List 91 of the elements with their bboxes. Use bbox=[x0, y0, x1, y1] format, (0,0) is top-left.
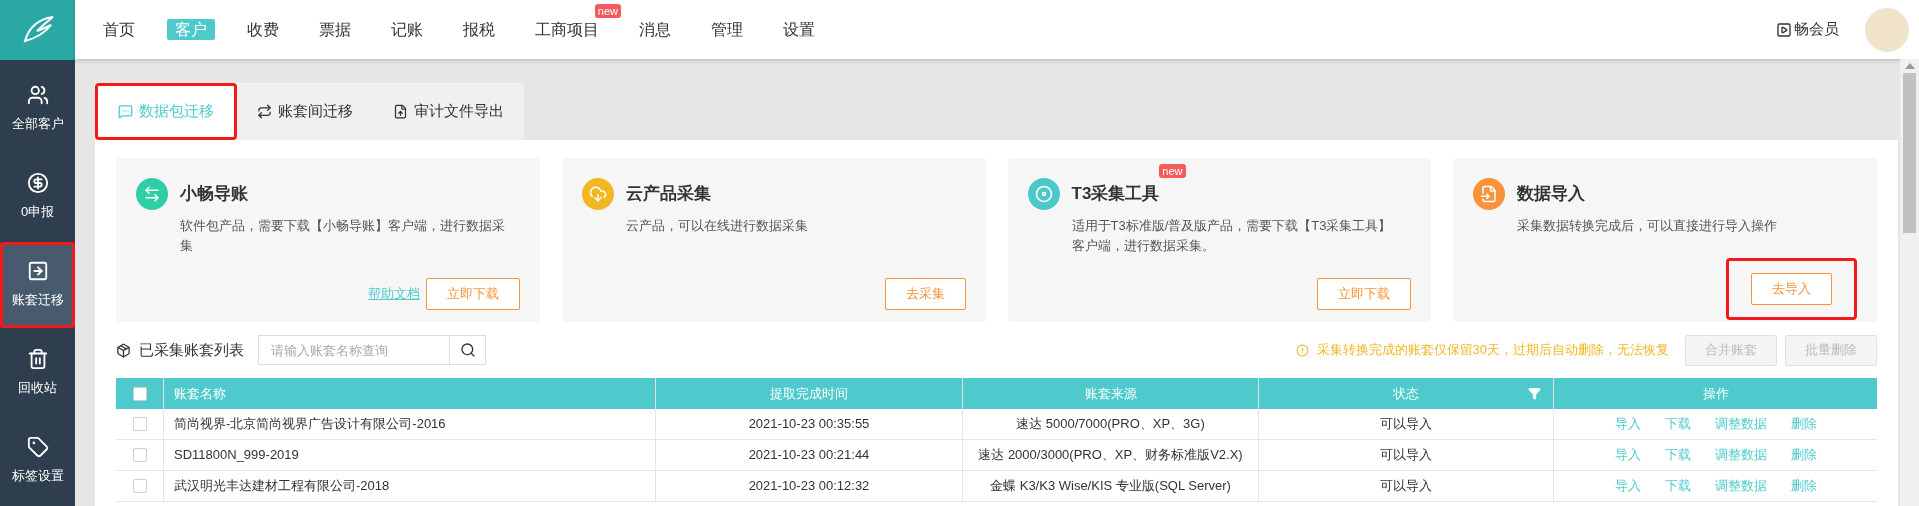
nav-item[interactable]: 设置 bbox=[775, 18, 823, 40]
sidebar-item[interactable]: 标签设置 bbox=[0, 418, 75, 504]
row-action-link[interactable]: 删除 bbox=[1790, 445, 1817, 465]
row-action-link[interactable]: 下载 bbox=[1664, 414, 1691, 434]
card-title: 数据导入 bbox=[1517, 183, 1586, 206]
card-title: 小畅导账 bbox=[180, 183, 248, 206]
coin-icon bbox=[26, 172, 49, 195]
row-action-link[interactable]: 导入 bbox=[1614, 476, 1641, 496]
table-cell-text: 可以导入 bbox=[1380, 446, 1432, 465]
trash-icon bbox=[26, 348, 49, 371]
file-icon bbox=[1473, 178, 1506, 210]
table-cell-text: 金蝶 K3/K3 Wise/KIS 专业版(SQL Server) bbox=[990, 477, 1231, 496]
play-icon bbox=[1776, 21, 1792, 38]
file-upload-icon bbox=[393, 104, 408, 119]
search-field[interactable]: 请输入账套名称查询 bbox=[258, 335, 450, 365]
column-header: 账套来源 bbox=[1084, 384, 1137, 403]
filter-icon[interactable] bbox=[1528, 387, 1541, 400]
card-description: 软件包产品，需要下载【小畅导账】客户端，进行数据采集 bbox=[179, 217, 506, 255]
table-cell-text: 可以导入 bbox=[1380, 477, 1432, 496]
row-action-link[interactable]: 导入 bbox=[1614, 445, 1641, 465]
checkbox[interactable] bbox=[132, 417, 147, 431]
scroll-up-icon[interactable] bbox=[1904, 63, 1915, 69]
message-icon bbox=[118, 104, 133, 119]
row-action-link[interactable]: 调整数据 bbox=[1714, 476, 1767, 496]
row-action-link[interactable]: 导入 bbox=[1614, 414, 1641, 434]
table-cell-text: 速达 5000/7000(PRO、XP、3G) bbox=[1016, 415, 1205, 434]
scrollbar-thumb[interactable] bbox=[1903, 73, 1916, 233]
sidebar-item[interactable]: 账套迁移 bbox=[0, 242, 75, 328]
checkbox[interactable] bbox=[132, 386, 147, 401]
nav-item[interactable]: 收费 bbox=[239, 18, 287, 40]
tab[interactable]: 数据包迁移 bbox=[95, 83, 237, 140]
arrows-icon bbox=[136, 178, 168, 210]
nav-item[interactable]: 管理 bbox=[703, 18, 751, 40]
nav-item[interactable]: 首页 bbox=[95, 18, 143, 40]
table-cell-text: 2021-10-23 00:35:55 bbox=[748, 415, 870, 434]
member-link[interactable]: 畅会员 bbox=[1776, 18, 1839, 41]
nav-item[interactable]: 票据 bbox=[311, 18, 359, 40]
help-link[interactable]: 帮助文档 bbox=[367, 284, 420, 304]
card-description: 适用于T3标准版/普及版产品，需要下载【T3采集工具】客户端，进行数据采集。 bbox=[1070, 217, 1393, 255]
retention-notice: 采集转换完成的账套仅保留30天，过期后自动删除，无法恢复 bbox=[1316, 341, 1669, 360]
table-cell-text: 可以导入 bbox=[1380, 415, 1432, 434]
card-description: 云产品，可以在线进行数据采集 bbox=[624, 217, 809, 235]
row-action-link[interactable]: 删除 bbox=[1790, 414, 1817, 434]
tag-icon bbox=[26, 436, 49, 459]
table-cell-text: SD11800N_999-2019 bbox=[174, 446, 299, 465]
tab[interactable]: 账套间迁移 bbox=[237, 83, 373, 140]
list-title: 已采集账套列表 bbox=[139, 339, 244, 360]
nav-item[interactable]: 消息 bbox=[631, 18, 679, 40]
search-icon[interactable] bbox=[459, 342, 476, 358]
table-cell-text: 简尚视界-北京简尚视界广告设计有限公司-2016 bbox=[174, 415, 446, 434]
card-button[interactable]: 去导入 bbox=[1751, 273, 1832, 305]
avatar[interactable] bbox=[1865, 7, 1909, 52]
arrow-into-square-icon bbox=[26, 260, 49, 283]
checkbox[interactable] bbox=[132, 448, 147, 462]
nav-item[interactable]: 记账 bbox=[383, 18, 431, 40]
new-badge: new bbox=[594, 3, 621, 18]
table-cell-text: 2021-10-23 00:12:32 bbox=[748, 477, 870, 496]
logo-icon[interactable] bbox=[0, 0, 75, 60]
warning-icon bbox=[1295, 343, 1309, 357]
row-action-link[interactable]: 调整数据 bbox=[1714, 445, 1767, 465]
nav-item[interactable]: 工商项目 bbox=[527, 18, 607, 40]
repeat-icon bbox=[257, 104, 272, 119]
card-button[interactable]: 立即下载 bbox=[1317, 278, 1412, 310]
row-action-link[interactable]: 下载 bbox=[1664, 445, 1691, 465]
cloud-download-icon bbox=[581, 178, 614, 210]
column-header: 状态 bbox=[1393, 384, 1419, 403]
sidebar-item[interactable]: 全部客户 bbox=[0, 66, 75, 152]
tab[interactable]: 审计文件导出 bbox=[373, 83, 524, 140]
card-button[interactable]: 立即下载 bbox=[425, 278, 520, 310]
users-icon bbox=[26, 84, 49, 107]
box-icon bbox=[116, 342, 131, 358]
column-header: 提取完成时间 bbox=[770, 384, 848, 403]
row-action-link[interactable]: 删除 bbox=[1790, 476, 1817, 496]
sidebar-item[interactable]: 0申报 bbox=[0, 154, 75, 240]
table-cell-text: 2021-10-23 00:21:44 bbox=[748, 446, 870, 465]
row-action-link[interactable]: 调整数据 bbox=[1714, 414, 1767, 434]
card-title: T3采集工具 bbox=[1071, 183, 1160, 206]
card-description: 采集数据转换完成后，可以直接进行导入操作 bbox=[1516, 217, 1779, 235]
scrollbar[interactable] bbox=[1900, 59, 1919, 506]
column-header: 账套名称 bbox=[174, 384, 226, 403]
new-badge: new bbox=[1159, 164, 1186, 178]
table-cell-text: 武汉明光丰达建材工程有限公司-2018 bbox=[174, 477, 390, 496]
table-cell-text: 速达 2000/3000(PRO、XP、财务标准版V2.X) bbox=[978, 446, 1243, 465]
column-header: 操作 bbox=[1702, 384, 1729, 403]
row-action-link[interactable]: 下载 bbox=[1664, 476, 1691, 496]
checkbox[interactable] bbox=[132, 479, 147, 493]
card-button[interactable]: 去采集 bbox=[884, 278, 966, 310]
sidebar-item[interactable]: 回收站 bbox=[0, 330, 75, 416]
nav-item[interactable]: 客户 bbox=[167, 18, 215, 40]
card-title: 云产品采集 bbox=[625, 183, 711, 206]
nav-item[interactable]: 报税 bbox=[455, 18, 503, 40]
